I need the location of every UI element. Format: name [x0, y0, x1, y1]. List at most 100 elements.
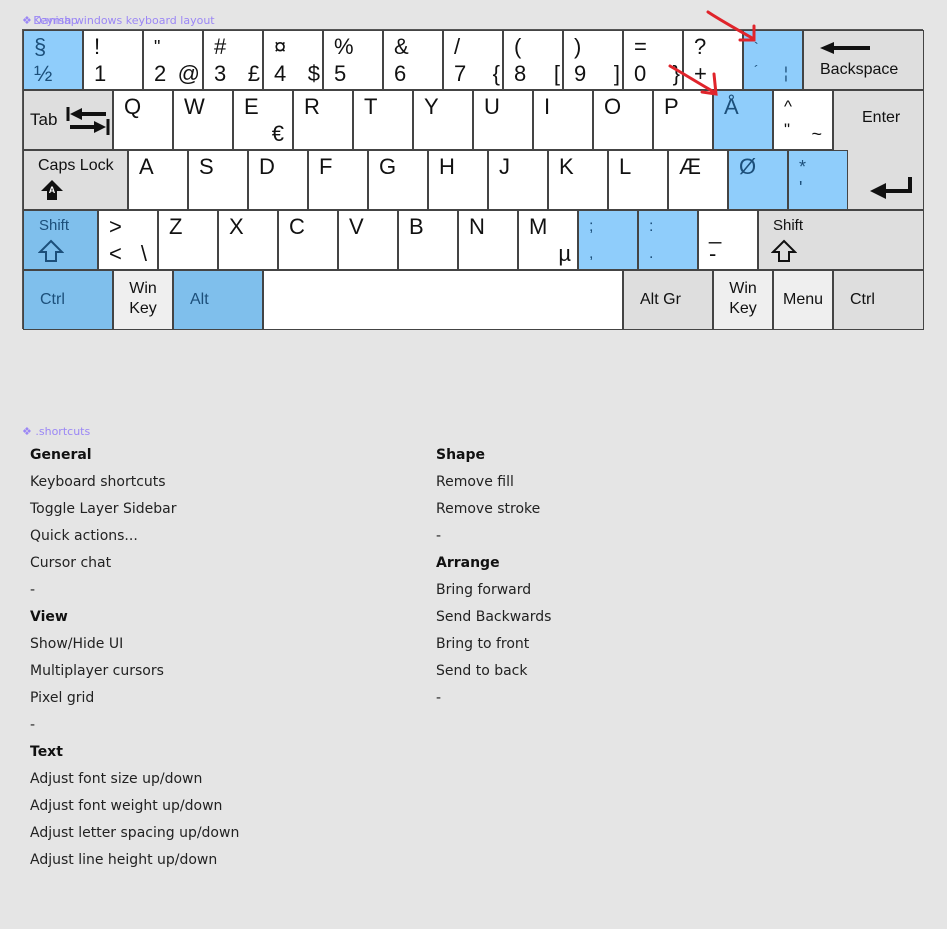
key-legend: - [709, 241, 717, 266]
key-k[interactable]: K [548, 150, 608, 210]
shortcut-item[interactable]: Toggle Layer Sidebar [30, 496, 239, 523]
win-left-key[interactable]: Win Key [113, 270, 173, 330]
enter-arrow-icon [868, 175, 914, 204]
annotation-arrows [668, 10, 756, 96]
key-legend: : [649, 218, 654, 235]
key-legend: ; [589, 218, 594, 235]
key-m[interactable]: Mµ [518, 210, 578, 270]
shortcuts-frame-label[interactable]: ❖ .shortcuts [22, 425, 90, 438]
shortcuts-frame-title: .shortcuts [35, 425, 91, 438]
shortcut-section-heading: Text [30, 744, 63, 760]
key-c[interactable]: C [278, 210, 338, 270]
shortcut-item[interactable]: Remove fill [436, 469, 551, 496]
key-label: Ctrl [850, 291, 875, 308]
key-b[interactable]: B [398, 210, 458, 270]
shortcut-section-heading: Shape [436, 447, 486, 463]
key-legend: ~ [811, 124, 822, 144]
key-legend: " [784, 120, 791, 139]
key-semicolon[interactable]: ;, [578, 210, 638, 270]
key-underscore[interactable]: _ - [698, 210, 758, 270]
win-right-key[interactable]: Win Key [713, 270, 773, 330]
annotation-arrow-icon [668, 64, 718, 96]
shift-left-key[interactable]: Shift [23, 210, 98, 270]
key-label: Key [729, 300, 757, 317]
ctrl-right-key[interactable]: Ctrl [833, 270, 924, 330]
key-æ[interactable]: Æ [668, 150, 728, 210]
key-legend: € [271, 121, 284, 146]
shortcut-item[interactable]: Send Backwards [436, 604, 551, 631]
shortcut-item[interactable]: Quick actions... [30, 523, 239, 550]
shortcut-item[interactable]: Multiplayer cursors [30, 658, 239, 685]
key-label: Alt [190, 291, 209, 308]
menu-key[interactable]: Menu [773, 270, 833, 330]
shortcut-item[interactable]: Send to back [436, 658, 551, 685]
key-legend: Æ [679, 154, 701, 179]
key-colon[interactable]: :. [638, 210, 698, 270]
key-legend: Ø [739, 154, 757, 179]
key-legend: < [109, 241, 122, 266]
key-asterisk[interactable]: * ' [788, 150, 848, 210]
alt-key[interactable]: Alt [173, 270, 263, 330]
shortcut-separator: - [436, 528, 442, 544]
shift-arrow-icon [770, 239, 798, 268]
key-ø[interactable]: Ø [728, 150, 788, 210]
alt-gr-key[interactable]: Alt Gr [623, 270, 713, 330]
shift-arrow-icon [37, 239, 65, 268]
key-legend: V [349, 214, 364, 239]
component-icon: ❖ [22, 425, 32, 438]
shortcut-item[interactable]: Bring forward [436, 577, 551, 604]
key-label: Shift [39, 217, 70, 234]
key-z[interactable]: Z [158, 210, 218, 270]
key-legend: D [259, 154, 275, 179]
key-a[interactable]: A [128, 150, 188, 210]
key-legend: > [109, 214, 122, 239]
key-legend: \ [140, 241, 147, 266]
caps-lock-key[interactable]: Caps Lock A [23, 150, 128, 210]
key-legend: µ [558, 241, 571, 266]
shortcuts-column-right: Shape Remove fill Remove stroke - Arrange Bri… [436, 442, 551, 712]
shortcut-item[interactable]: Adjust font weight up/down [30, 793, 239, 820]
shortcut-item[interactable]: Pixel grid [30, 685, 239, 712]
caps-lock-arrow-icon: A [40, 179, 64, 206]
space-key[interactable] [263, 270, 623, 330]
key-f[interactable]: F [308, 150, 368, 210]
key-l[interactable]: L [608, 150, 668, 210]
key-legend: A [139, 154, 154, 179]
key-v[interactable]: V [338, 210, 398, 270]
key-g[interactable]: G [368, 150, 428, 210]
svg-text:A: A [49, 185, 56, 195]
key-h[interactable]: H [428, 150, 488, 210]
key-legend: J [499, 154, 510, 179]
key-legend: X [229, 214, 244, 239]
key-angle-brackets[interactable]: > < \ [98, 210, 158, 270]
shortcut-item[interactable]: Show/Hide UI [30, 631, 239, 658]
key-legend: , [589, 245, 594, 262]
key-legend: L [619, 154, 632, 179]
key-legend: S [199, 154, 214, 179]
key-j[interactable]: J [488, 150, 548, 210]
key-d[interactable]: D [248, 150, 308, 210]
shortcut-item[interactable]: Adjust font size up/down [30, 766, 239, 793]
key-label: Menu [782, 291, 824, 308]
shift-right-key[interactable]: Shift [758, 210, 924, 270]
shortcut-item[interactable]: Cursor chat [30, 550, 239, 577]
key-legend: C [289, 214, 305, 239]
key-label: Alt Gr [640, 291, 681, 308]
shortcut-item[interactable]: Adjust letter spacing up/down [30, 820, 239, 847]
key-legend: _ [709, 219, 722, 244]
shortcut-separator: - [30, 717, 36, 733]
shortcut-section-heading: View [30, 609, 68, 625]
shortcut-item[interactable]: Keyboard shortcuts [30, 469, 239, 496]
key-legend: ' [799, 178, 803, 198]
key-n[interactable]: N [458, 210, 518, 270]
key-s[interactable]: S [188, 150, 248, 210]
key-legend: Z [169, 214, 183, 239]
shortcut-item[interactable]: Bring to front [436, 631, 551, 658]
key-label: Key [129, 300, 157, 317]
key-x[interactable]: X [218, 210, 278, 270]
key-legend: G [379, 154, 397, 179]
key-legend: * [799, 157, 807, 177]
shortcut-item[interactable]: Remove stroke [436, 496, 551, 523]
ctrl-left-key[interactable]: Ctrl [23, 270, 113, 330]
shortcut-item[interactable]: Adjust line height up/down [30, 847, 239, 874]
